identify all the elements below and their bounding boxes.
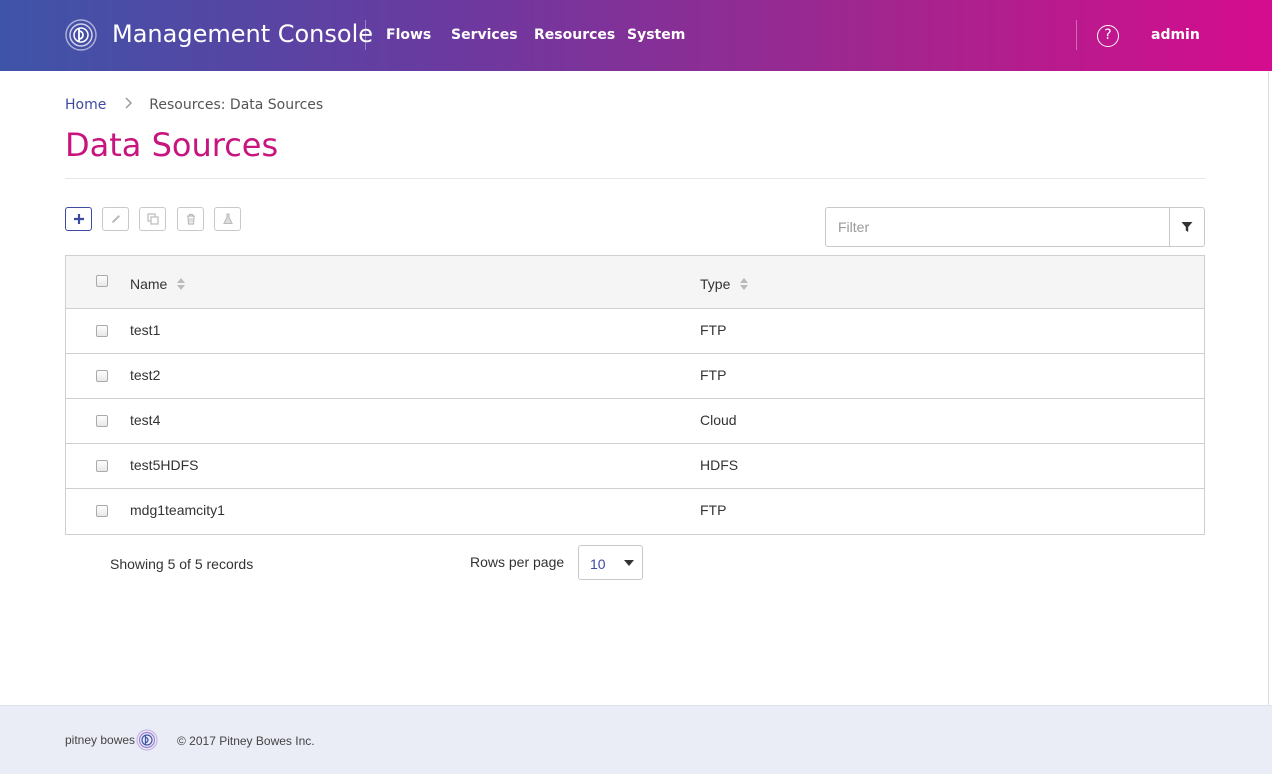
breadcrumb-current: Resources: Data Sources — [149, 97, 324, 113]
sort-icon — [740, 278, 749, 290]
nav-services[interactable]: Services — [451, 27, 518, 43]
row-checkbox[interactable] — [96, 505, 108, 517]
nav-resources[interactable]: Resources — [534, 27, 615, 43]
row-type: HDFS — [700, 457, 739, 473]
row-type: Cloud — [700, 412, 737, 428]
row-type: FTP — [700, 322, 727, 338]
add-icon — [73, 214, 84, 224]
delete-button[interactable] — [177, 207, 204, 231]
rows-per-page-value: 10 — [590, 556, 606, 572]
table-row[interactable]: mdg1teamcity1 FTP — [66, 489, 1204, 534]
sort-icon — [177, 278, 186, 290]
scrollbar-edge — [1268, 71, 1272, 705]
help-icon[interactable]: ? — [1097, 25, 1119, 47]
breadcrumb: Home Resources: Data Sources — [65, 97, 323, 113]
pitney-bowes-logo-icon — [136, 729, 158, 751]
row-type: FTP — [700, 367, 727, 383]
table-row[interactable]: test2 FTP — [66, 354, 1204, 399]
row-name: mdg1teamcity1 — [130, 502, 225, 518]
footer-brand: pitney bowes — [65, 733, 136, 747]
row-name: test5HDFS — [130, 457, 199, 473]
nav-flows[interactable]: Flows — [386, 27, 431, 43]
row-type: FTP — [700, 502, 727, 518]
row-checkbox[interactable] — [96, 415, 108, 427]
delete-icon — [186, 213, 195, 225]
flask-icon — [222, 213, 233, 225]
row-name: test4 — [130, 412, 161, 428]
funnel-icon — [1181, 222, 1193, 232]
nav-system[interactable]: System — [627, 27, 685, 43]
footer: pitney bowes © 2017 Pitney Bowes Inc. — [0, 705, 1272, 774]
pitney-bowes-logo-icon[interactable] — [65, 19, 97, 51]
row-checkbox[interactable] — [96, 325, 108, 337]
header-divider — [1076, 20, 1077, 50]
app-title: Management Console — [112, 20, 373, 48]
filter-button[interactable] — [1169, 208, 1204, 246]
table-row[interactable]: test5HDFS HDFS — [66, 444, 1204, 489]
row-name: test1 — [130, 322, 161, 338]
column-header-name-label: Name — [130, 276, 168, 292]
column-header-type[interactable]: Type — [700, 276, 749, 292]
chevron-right-icon — [125, 97, 133, 113]
row-name: test2 — [130, 367, 161, 383]
row-checkbox[interactable] — [96, 370, 108, 382]
rows-per-page-label: Rows per page — [470, 554, 565, 570]
copy-icon — [146, 213, 159, 225]
title-divider-line — [65, 178, 1205, 179]
copy-button[interactable] — [139, 207, 166, 231]
user-menu[interactable]: admin — [1151, 27, 1200, 43]
table-header: Name Type — [66, 256, 1204, 309]
top-navbar: Management Console Flows Services Resour… — [0, 0, 1272, 71]
title-divider — [365, 20, 366, 50]
footer-copyright: © 2017 Pitney Bowes Inc. — [177, 734, 315, 748]
column-header-type-label: Type — [700, 276, 731, 292]
table-row[interactable]: test4 Cloud — [66, 399, 1204, 444]
test-connection-button[interactable] — [214, 207, 241, 231]
select-all-checkbox[interactable] — [96, 275, 108, 287]
column-header-name[interactable]: Name — [130, 276, 186, 292]
page-title: Data Sources — [65, 126, 279, 164]
caret-down-icon — [624, 560, 634, 566]
edit-icon — [111, 215, 120, 223]
data-sources-table: Name Type test1 FTP test2 FTP test4 Clou… — [65, 255, 1205, 535]
row-checkbox[interactable] — [96, 460, 108, 472]
edit-button[interactable] — [102, 207, 129, 231]
add-button[interactable] — [65, 207, 92, 231]
record-count: Showing 5 of 5 records — [110, 556, 254, 572]
breadcrumb-home-link[interactable]: Home — [65, 97, 106, 113]
rows-per-page-select[interactable]: 10 — [578, 545, 643, 580]
filter-group — [825, 207, 1205, 247]
filter-input[interactable] — [826, 208, 1169, 246]
table-row[interactable]: test1 FTP — [66, 309, 1204, 354]
